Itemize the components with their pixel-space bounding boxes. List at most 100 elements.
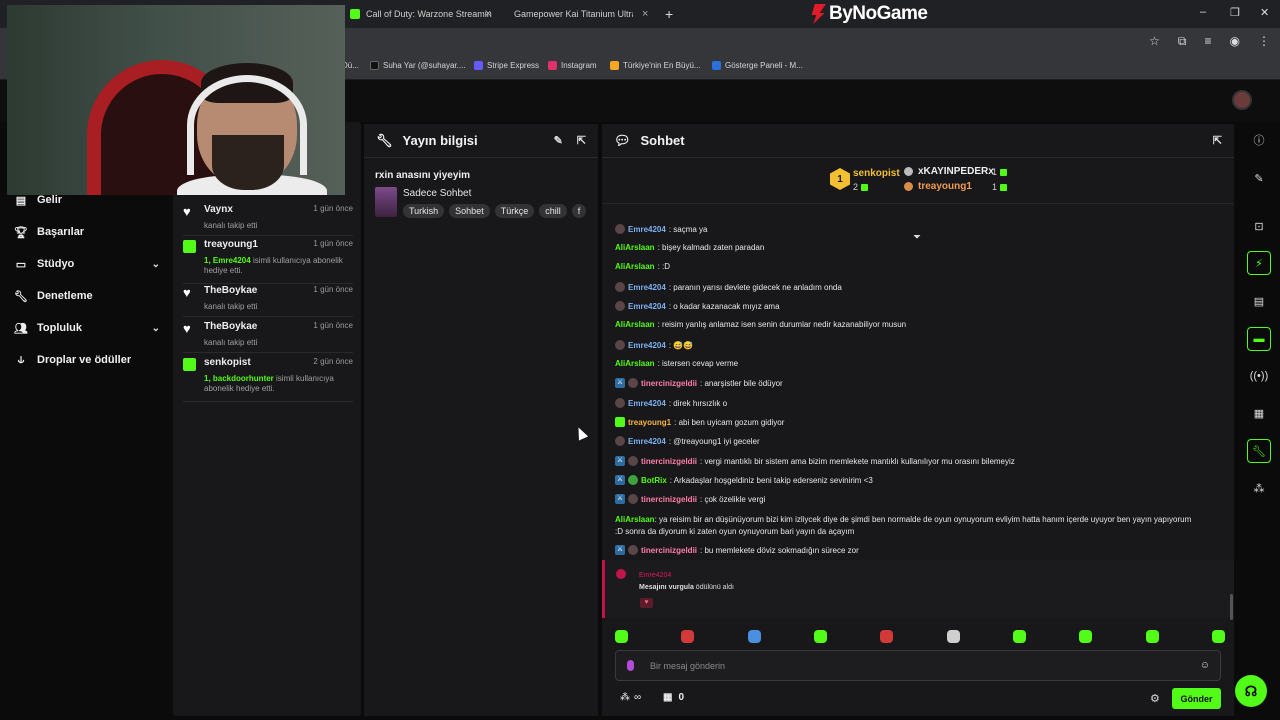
chat-username[interactable]: Emre4204 <box>628 399 666 408</box>
sidebar-item-denetleme[interactable]: 🔧︎ Denetleme <box>14 290 160 303</box>
tag-pill[interactable]: Turkish <box>403 204 445 218</box>
chat-icon[interactable]: ▬ <box>1247 327 1271 351</box>
edit-icon[interactable]: ✎ <box>1247 166 1271 190</box>
chat-username[interactable]: Emre4204 <box>628 302 666 311</box>
popout-icon[interactable]: ⇱ <box>1213 134 1222 147</box>
chat-message: treayoung1: abi ben uyicam gozum gidiyor <box>615 417 784 427</box>
emote-icon[interactable] <box>1145 630 1159 643</box>
box-counter[interactable]: ▦ 0 <box>663 692 684 703</box>
activity-user[interactable]: Vaynx <box>204 204 233 215</box>
tag-pill[interactable]: chill <box>539 204 567 218</box>
send-button[interactable]: Gönder <box>1172 688 1221 709</box>
chat-username[interactable]: Emre4204 <box>628 225 666 234</box>
lightning-icon[interactable]: ⚡︎ <box>1247 251 1271 275</box>
bookmark-star-icon[interactable]: ☆ <box>1149 34 1160 49</box>
settings-gear-icon[interactable]: ⚙ <box>1150 692 1160 705</box>
chat-username[interactable]: AliArslaan <box>615 262 655 271</box>
points-value: ∞ <box>634 692 642 703</box>
gift-icon <box>183 240 196 253</box>
screenshot-icon[interactable]: ⊡ <box>1247 214 1271 238</box>
sidebar-item-gelir[interactable]: ▤ Gelir <box>15 194 160 207</box>
tag-pill[interactable]: f <box>571 204 587 218</box>
emote-icon[interactable] <box>615 630 628 643</box>
leaderboard-user[interactable]: xKAYINPEDERx <box>918 166 994 177</box>
chat-input[interactable] <box>650 658 1170 674</box>
chat-username[interactable]: AliArslaan <box>615 320 655 329</box>
channel-points[interactable]: ⁂ ∞ <box>620 692 641 703</box>
document-icon[interactable]: ▤ <box>1247 289 1271 313</box>
emote-icon[interactable] <box>1012 630 1026 643</box>
emote-icon[interactable] <box>946 630 960 643</box>
sidebar-item-topluluk[interactable]: 👥︎ Topluluk ⌄ <box>14 322 160 335</box>
bookmark-item[interactable]: Türkiye'nin En Büyü... <box>610 61 701 70</box>
chat-username[interactable]: tinercinizgeldii <box>641 457 697 466</box>
emote-icon[interactable] <box>747 630 761 643</box>
broadcast-icon[interactable]: ((•)) <box>1247 364 1271 388</box>
emote-icon[interactable] <box>880 630 894 643</box>
extensions-icon[interactable]: ⧉ <box>1178 34 1187 49</box>
chat-username[interactable]: treayoung1 <box>628 418 671 427</box>
chat-username[interactable]: tinercinizgeldii <box>641 546 697 555</box>
shield-badge-icon <box>615 224 625 234</box>
close-tab-icon[interactable]: × <box>485 4 491 24</box>
leaderboard-user[interactable]: treayoung1 <box>918 181 972 192</box>
drops-icon[interactable]: ⁂ <box>1247 476 1271 500</box>
collapse-icon[interactable]: ⏷ <box>913 232 921 243</box>
bookmark-item[interactable]: Gösterge Paneli - M... <box>712 61 803 70</box>
edit-icon[interactable]: ✎ <box>554 134 563 147</box>
chat-username[interactable]: tinercinizgeldii <box>641 495 697 504</box>
bookmark-label: Türkiye'nin En Büyü... <box>623 61 701 70</box>
bookmark-item[interactable]: Instagram <box>548 61 597 70</box>
stream-category[interactable]: Sadece Sohbet <box>403 188 471 199</box>
emote-icon[interactable] <box>813 630 827 643</box>
chat-username[interactable]: AliArslaan <box>615 515 655 524</box>
category-thumbnail[interactable] <box>375 187 397 217</box>
emoji-icon[interactable]: ☺ <box>1200 660 1210 671</box>
activity-user[interactable]: senkopist <box>204 357 251 368</box>
bookmark-item[interactable]: Stripe Express <box>474 61 539 70</box>
bookmark-item[interactable]: Suha Yar (@suhayar.... <box>370 61 466 70</box>
info-icon[interactable]: ⓘ <box>1247 128 1271 152</box>
sidebar-item-droplar[interactable]: ⫝ Droplar ve ödüller <box>15 354 160 367</box>
chat-username[interactable]: AliArslaan <box>615 359 655 368</box>
leaderboard-user[interactable]: senkopist <box>853 168 900 179</box>
chat-text: : o kadar kazanacak mıyız ama <box>668 301 780 311</box>
moderator-badge-icon: ⚔ <box>615 545 625 555</box>
emote-icon[interactable] <box>1211 630 1225 643</box>
stream-info-panel: 🔧︎ Yayın bilgisi ✎ ⇱ rxin anasını yiyeyim… <box>364 124 598 716</box>
microphone-icon[interactable] <box>627 660 634 671</box>
media-icon[interactable]: ≡ <box>1205 34 1212 49</box>
chat-username[interactable]: AliArslaan <box>615 243 655 252</box>
emote-icon[interactable] <box>681 630 695 643</box>
chat-username[interactable]: Emre4204 <box>639 572 671 579</box>
tab-warzone[interactable]: Call of Duty: Warzone Streamin <box>350 4 495 24</box>
chat-username[interactable]: BotRix <box>641 476 667 485</box>
window-close-icon[interactable]: ✕ <box>1260 6 1269 19</box>
user-avatar[interactable] <box>1232 90 1252 110</box>
maximize-icon[interactable]: ❐ <box>1230 6 1240 19</box>
wrench-icon[interactable]: 🔧︎ <box>1247 439 1271 463</box>
chat-username[interactable]: Emre4204 <box>628 341 666 350</box>
support-chat-button[interactable]: ☊ <box>1235 675 1267 707</box>
tab-gamepower[interactable]: Gamepower Kai Titanium Ultra <box>508 4 633 24</box>
count-value: 2 <box>853 182 859 192</box>
chat-scrollbar[interactable] <box>1230 594 1233 620</box>
minimize-icon[interactable]: – <box>1200 6 1206 18</box>
activity-user[interactable]: TheBoykae <box>204 285 257 296</box>
chat-username[interactable]: tinercinizgeldii <box>641 379 697 388</box>
mod-queue-icon[interactable]: ▦ <box>1247 401 1271 425</box>
sidebar-item-basarilar[interactable]: 🏆︎ Başarılar <box>14 226 160 239</box>
tag-pill[interactable]: Sohbet <box>449 204 490 218</box>
menu-dots-icon[interactable]: ⋮ <box>1258 34 1270 49</box>
tag-pill[interactable]: Türkçe <box>494 204 535 218</box>
new-tab-button[interactable]: + <box>665 4 673 24</box>
chat-username[interactable]: Emre4204 <box>628 283 666 292</box>
chat-username[interactable]: Emre4204 <box>628 437 666 446</box>
activity-user[interactable]: treayoung1 <box>204 239 258 250</box>
close-tab-icon[interactable]: × <box>642 4 648 24</box>
emote-icon[interactable] <box>1079 630 1093 643</box>
popout-icon[interactable]: ⇱ <box>577 134 586 147</box>
activity-user[interactable]: TheBoykae <box>204 321 257 332</box>
sidebar-item-studyo[interactable]: ▭ Stüdyo ⌄ <box>15 258 160 271</box>
profile-icon[interactable]: ◉ <box>1230 34 1240 49</box>
